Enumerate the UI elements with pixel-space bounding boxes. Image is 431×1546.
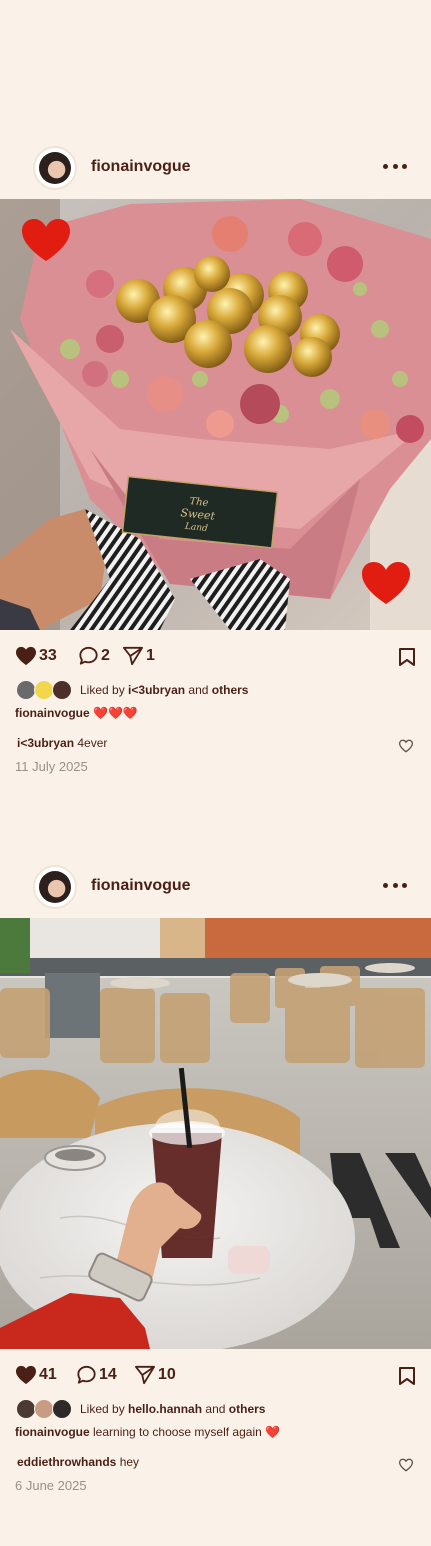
comment-username[interactable]: i<3ubryan <box>17 736 74 750</box>
liked-by-user[interactable]: hello.hannah <box>128 1402 202 1416</box>
bouquet-photo: The Sweet Land <box>0 199 431 630</box>
post-photo[interactable]: The Sweet Land <box>0 199 431 630</box>
bookmark-icon[interactable] <box>398 647 416 672</box>
heart-filled-icon <box>16 1365 36 1385</box>
like-button[interactable]: 33 <box>15 646 57 666</box>
caption-username[interactable]: fionainvogue <box>15 706 90 720</box>
post-username[interactable]: fionainvogue <box>91 877 191 895</box>
post-1: fionainvogue The Sweet Land 33 2 1 Liked… <box>0 140 431 774</box>
heart-filled-icon <box>16 646 36 666</box>
caption-username[interactable]: fionainvogue <box>15 1425 90 1439</box>
comment-count: 14 <box>99 1366 117 1383</box>
share-count: 10 <box>158 1366 176 1383</box>
liked-by-and: and <box>205 1402 226 1416</box>
avatar <box>34 680 54 700</box>
post-actions: 41 14 10 <box>0 1349 431 1399</box>
post-header: fionainvogue <box>0 140 431 196</box>
post-date: 11 July 2025 <box>15 759 88 774</box>
avatar[interactable] <box>33 146 77 190</box>
post-header: fionainvogue <box>0 859 431 915</box>
caption-text: learning to choose myself again ❤️ <box>93 1425 281 1439</box>
avatar <box>34 1399 54 1419</box>
liked-by-prefix: Liked by <box>80 683 125 697</box>
cafe-photo <box>0 918 431 1349</box>
liked-by-row[interactable]: Liked by i<3ubryan and others <box>0 680 431 704</box>
like-button[interactable]: 41 <box>15 1365 57 1385</box>
avatar[interactable] <box>33 865 77 909</box>
liked-by-others[interactable]: others <box>212 683 249 697</box>
comment-count: 2 <box>101 647 110 664</box>
avatar <box>16 1399 36 1419</box>
liked-by-prefix: Liked by <box>80 1402 125 1416</box>
comment-username[interactable]: eddiethrowhands <box>17 1455 116 1469</box>
liked-by-user[interactable]: i<3ubryan <box>128 683 185 697</box>
post-photo[interactable] <box>0 918 431 1349</box>
comment-icon <box>77 1365 96 1384</box>
avatar <box>52 680 72 700</box>
post-2: fionainvogue 41 14 10 Liked by hello.han… <box>0 859 431 1493</box>
post-username[interactable]: fionainvogue <box>91 158 191 176</box>
share-button[interactable]: 10 <box>134 1365 176 1385</box>
post-caption: fionainvogue learning to choose myself a… <box>0 1423 431 1449</box>
avatar <box>52 1399 72 1419</box>
more-options-icon[interactable] <box>383 875 407 895</box>
comment-icon <box>79 646 98 665</box>
liked-by-text: Liked by hello.hannah and others <box>80 1402 265 1416</box>
share-count: 1 <box>146 647 155 664</box>
comment-button[interactable]: 14 <box>76 1365 117 1385</box>
share-icon <box>135 1365 155 1385</box>
liked-by-and: and <box>188 683 209 697</box>
post-caption: fionainvogue ❤️❤️❤️ <box>0 704 431 730</box>
bookmark-icon[interactable] <box>398 1366 416 1391</box>
comment-row: i<3ubryan 4ever <box>0 730 431 758</box>
liked-by-others[interactable]: others <box>229 1402 266 1416</box>
avatar <box>16 680 36 700</box>
post-actions: 33 2 1 <box>0 630 431 680</box>
more-options-icon[interactable] <box>383 156 407 176</box>
comment-button[interactable]: 2 <box>78 646 110 666</box>
comment-text: 4ever <box>77 736 108 750</box>
like-count: 41 <box>39 1366 57 1383</box>
liker-avatars <box>16 1399 76 1419</box>
liked-by-text: Liked by i<3ubryan and others <box>80 683 248 697</box>
liker-avatars <box>16 680 76 700</box>
comment-row: eddiethrowhands hey <box>0 1449 431 1477</box>
like-count: 33 <box>39 647 57 664</box>
post-date: 6 June 2025 <box>15 1478 87 1493</box>
share-icon <box>123 646 143 666</box>
liked-by-row[interactable]: Liked by hello.hannah and others <box>0 1399 431 1423</box>
comment-text: hey <box>119 1455 140 1469</box>
caption-text: ❤️❤️❤️ <box>93 706 138 720</box>
share-button[interactable]: 1 <box>122 646 155 666</box>
